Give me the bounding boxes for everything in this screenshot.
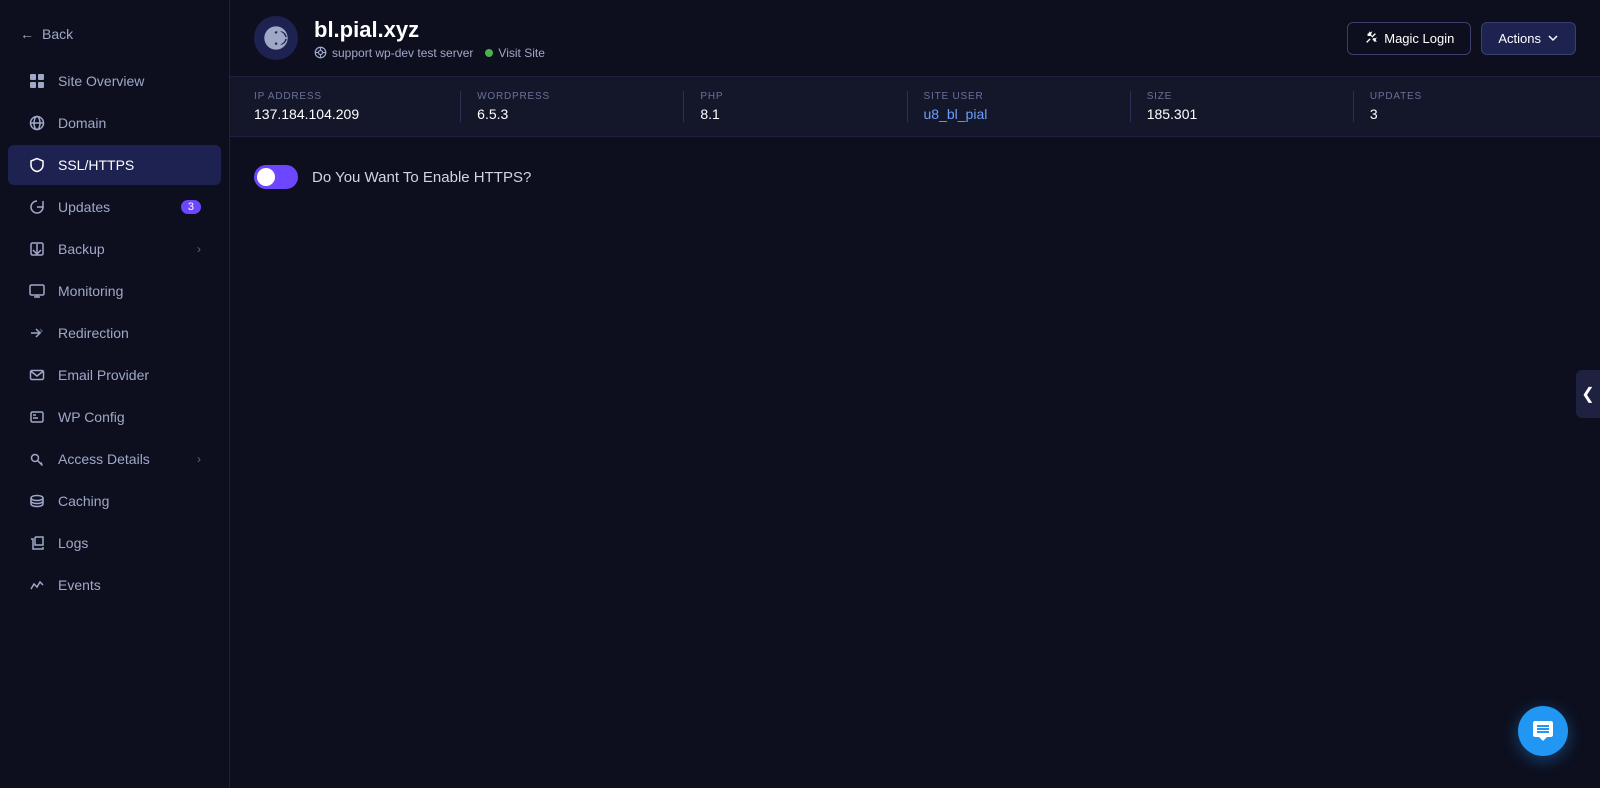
sidebar: ← Back Site Overview Domain SSL/HTTPS xyxy=(0,0,230,788)
sidebar-item-backup[interactable]: Backup › xyxy=(8,229,221,269)
logs-icon xyxy=(28,534,46,552)
chevron-down-icon xyxy=(1547,32,1559,44)
chevron-right-icon: › xyxy=(197,242,201,256)
toggle-track[interactable] xyxy=(254,165,298,189)
globe-icon xyxy=(28,114,46,132)
support-text: support wp-dev test server xyxy=(332,46,473,60)
monitor-icon xyxy=(28,282,46,300)
ip-address-label: IP ADDRESS xyxy=(254,91,444,102)
sidebar-item-events[interactable]: Events xyxy=(8,565,221,605)
sidebar-item-label: Updates xyxy=(58,199,110,215)
sidebar-item-wp-config[interactable]: WP Config xyxy=(8,397,221,437)
sidebar-item-updates[interactable]: Updates 3 xyxy=(8,187,221,227)
wp-logo xyxy=(254,16,298,60)
wordpress-value: 6.5.3 xyxy=(477,106,667,122)
sidebar-item-label: Monitoring xyxy=(58,283,123,299)
https-toggle[interactable] xyxy=(254,165,298,189)
magic-login-icon xyxy=(1364,31,1378,45)
support-icon xyxy=(314,46,327,59)
back-button[interactable]: ← Back xyxy=(0,16,229,52)
updates-badge: 3 xyxy=(181,200,201,214)
support-label-item: support wp-dev test server xyxy=(314,46,473,60)
sidebar-item-monitoring[interactable]: Monitoring xyxy=(8,271,221,311)
magic-login-label: Magic Login xyxy=(1384,31,1454,46)
site-domain: bl.pial.xyz xyxy=(314,17,1331,43)
sidebar-item-label: WP Config xyxy=(58,409,125,425)
sidebar-item-label: Access Details xyxy=(58,451,150,467)
size-value: 185.301 xyxy=(1147,106,1337,122)
sidebar-item-access-details[interactable]: Access Details › xyxy=(8,439,221,479)
stat-size: SIZE 185.301 xyxy=(1131,91,1354,122)
magic-login-button[interactable]: Magic Login xyxy=(1347,22,1471,55)
mail-icon xyxy=(28,366,46,384)
chevron-right-icon: › xyxy=(197,452,201,466)
back-label: Back xyxy=(42,26,73,42)
sidebar-item-ssl-https[interactable]: SSL/HTTPS xyxy=(8,145,221,185)
sidebar-item-email-provider[interactable]: Email Provider xyxy=(8,355,221,395)
site-user-label: SITE USER xyxy=(924,91,1114,102)
https-toggle-row: Do You Want To Enable HTTPS? xyxy=(254,165,1576,189)
events-icon xyxy=(28,576,46,594)
site-meta: support wp-dev test server Visit Site xyxy=(314,46,1331,60)
refresh-icon xyxy=(28,198,46,216)
php-value: 8.1 xyxy=(700,106,890,122)
sidebar-item-label: Backup xyxy=(58,241,105,257)
chat-icon xyxy=(1531,719,1555,743)
config-icon xyxy=(28,408,46,426)
sidebar-item-label: Domain xyxy=(58,115,106,131)
sidebar-item-label: Site Overview xyxy=(58,73,144,89)
save-icon xyxy=(28,240,46,258)
back-icon: ← xyxy=(20,26,34,42)
page-content: Do You Want To Enable HTTPS? xyxy=(230,137,1600,788)
ip-address-value: 137.184.104.209 xyxy=(254,106,444,122)
chat-button[interactable] xyxy=(1518,706,1568,756)
updates-label: UPDATES xyxy=(1370,91,1560,102)
sidebar-item-caching[interactable]: Caching xyxy=(8,481,221,521)
sidebar-item-domain[interactable]: Domain xyxy=(8,103,221,143)
wordpress-label: WORDPRESS xyxy=(477,91,667,102)
collapse-button[interactable]: ❮ xyxy=(1576,370,1600,418)
stat-site-user: SITE USER u8_bl_pial xyxy=(908,91,1131,122)
shield-icon xyxy=(28,156,46,174)
toggle-thumb xyxy=(257,168,275,186)
https-toggle-label: Do You Want To Enable HTTPS? xyxy=(312,169,531,186)
sidebar-item-label: Events xyxy=(58,577,101,593)
sidebar-item-redirection[interactable]: Redirection xyxy=(8,313,221,353)
sidebar-item-site-overview[interactable]: Site Overview xyxy=(8,61,221,101)
stats-bar: IP ADDRESS 137.184.104.209 WORDPRESS 6.5… xyxy=(230,77,1600,137)
sidebar-item-label: Logs xyxy=(58,535,88,551)
updates-value: 3 xyxy=(1370,106,1560,122)
collapse-icon: ❮ xyxy=(1581,384,1594,404)
stat-updates: UPDATES 3 xyxy=(1354,91,1576,122)
site-info: bl.pial.xyz support wp-dev test server xyxy=(314,17,1331,60)
site-user-value[interactable]: u8_bl_pial xyxy=(924,106,1114,122)
stat-ip-address: IP ADDRESS 137.184.104.209 xyxy=(254,91,461,122)
sidebar-item-label: Caching xyxy=(58,493,109,509)
site-header: bl.pial.xyz support wp-dev test server xyxy=(230,0,1600,77)
key-icon xyxy=(28,450,46,468)
main-content: bl.pial.xyz support wp-dev test server xyxy=(230,0,1600,788)
redirect-icon xyxy=(28,324,46,342)
stat-php: PHP 8.1 xyxy=(684,91,907,122)
php-label: PHP xyxy=(700,91,890,102)
sidebar-item-label: Redirection xyxy=(58,325,129,341)
sidebar-item-label: Email Provider xyxy=(58,367,149,383)
sidebar-item-label: SSL/HTTPS xyxy=(58,157,134,173)
actions-label: Actions xyxy=(1498,31,1541,46)
visit-site-item[interactable]: Visit Site xyxy=(485,46,544,60)
header-actions: Magic Login Actions xyxy=(1347,22,1576,55)
grid-icon xyxy=(28,72,46,90)
size-label: SIZE xyxy=(1147,91,1337,102)
stat-wordpress: WORDPRESS 6.5.3 xyxy=(461,91,684,122)
cache-icon xyxy=(28,492,46,510)
actions-button[interactable]: Actions xyxy=(1481,22,1576,55)
green-dot xyxy=(485,49,493,57)
sidebar-item-logs[interactable]: Logs xyxy=(8,523,221,563)
visit-site-label: Visit Site xyxy=(498,46,544,60)
